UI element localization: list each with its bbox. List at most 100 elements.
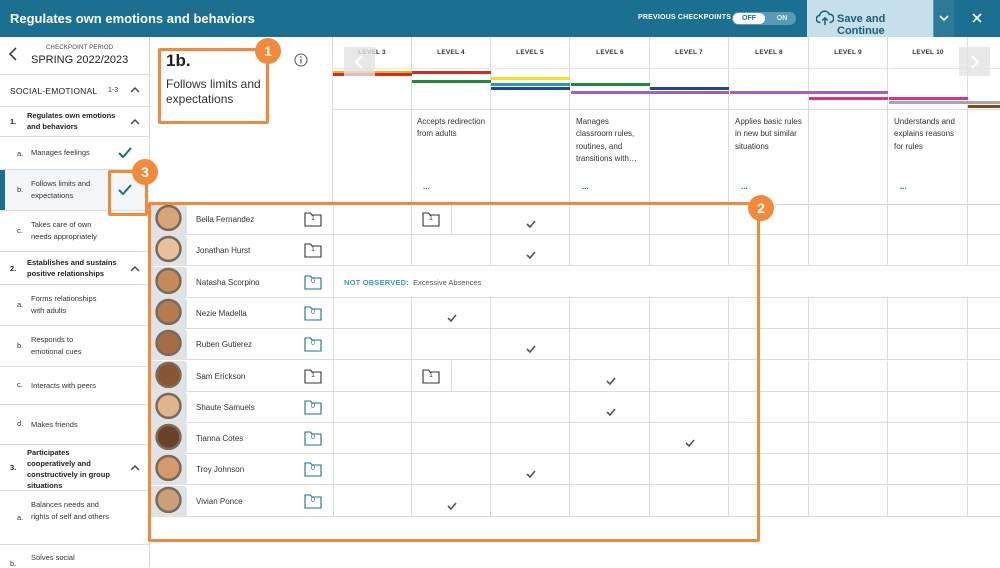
level-cell[interactable] (809, 454, 888, 485)
toggle-on-label: ON (776, 15, 788, 22)
level-progress-line (889, 97, 968, 100)
sidebar-group-2[interactable]: 2. Establishes and sustains positive rel… (0, 252, 150, 285)
level-cell[interactable] (968, 361, 1000, 391)
level-cell[interactable] (809, 485, 888, 516)
more-button[interactable]: ... (423, 181, 430, 193)
more-button[interactable]: ... (900, 181, 907, 193)
sidebar-group-3[interactable]: 3. Participates cooperatively and constr… (0, 445, 150, 491)
previous-checkpoints-label: PREVIOUS CHECKPOINTS (638, 14, 732, 21)
section-header[interactable]: SOCIAL-EMOTIONAL 1-3 (0, 75, 150, 107)
cloud-upload-icon (815, 10, 835, 29)
level-description (491, 109, 570, 204)
level-cell[interactable] (889, 235, 968, 266)
level-progress-line (571, 83, 650, 86)
level-cell[interactable] (889, 329, 968, 360)
sidebar-item-takes-care[interactable]: c. Takes care of own needs appropriately (0, 211, 150, 252)
level-progress-line (650, 87, 729, 90)
level-cell[interactable] (809, 423, 888, 454)
close-icon (972, 13, 982, 23)
level-cell[interactable] (809, 297, 888, 328)
annotation-box-2 (148, 202, 760, 542)
sidebar-item-letter: a. (17, 513, 24, 522)
chevron-left-icon[interactable] (7, 46, 19, 62)
sidebar-item-label: Balances needs and rights of self and ot… (31, 500, 109, 521)
scroll-right-button[interactable] (959, 47, 990, 76)
level-cell[interactable] (889, 297, 968, 328)
chevron-up-icon (130, 465, 140, 471)
level-progress-line (809, 91, 888, 94)
sidebar-item-number: 3. (10, 463, 17, 472)
level-cell[interactable] (809, 235, 888, 266)
more-button[interactable]: ... (741, 181, 748, 193)
save-options-button[interactable] (933, 0, 954, 37)
level-cell[interactable] (889, 360, 968, 391)
sidebar-item-solves-social[interactable]: b. Solves social (0, 545, 150, 568)
save-and-continue-button[interactable]: Save and Continue (807, 0, 933, 37)
sidebar-item-letter: a. (17, 300, 24, 309)
level-cell[interactable] (809, 329, 888, 360)
sidebar-item-label: Follows limits and expectations (31, 179, 91, 200)
sidebar-item-makes-friends[interactable]: d. Makes friends (0, 405, 150, 445)
sidebar-item-letter: c. (17, 226, 23, 235)
level-cell[interactable] (968, 204, 1000, 234)
chevron-up-icon (130, 119, 140, 125)
level-header: LEVEL 8 (730, 37, 809, 68)
sidebar-item-number: 2. (10, 264, 17, 273)
level-cell[interactable] (968, 298, 1000, 328)
sidebar-item-label: Forms relationships with adults (31, 294, 97, 315)
level-description (809, 109, 888, 204)
level-progress-line (491, 83, 570, 86)
level-cell[interactable] (889, 454, 968, 485)
level-progress-line (968, 105, 1000, 108)
level-cell[interactable] (968, 329, 1000, 359)
sidebar-item-label: Makes friends (31, 420, 78, 429)
sidebar-item-manages-feelings[interactable]: a. Manages feelings (0, 137, 150, 170)
level-cell[interactable] (968, 235, 1000, 265)
level-header: LEVEL 5 (491, 37, 570, 68)
sidebar-item-label: Takes care of own needs appropriately (31, 220, 97, 241)
level-description: Applies basic rules in new but similar s… (730, 109, 809, 204)
level-cell[interactable] (889, 485, 968, 516)
level-progress-line (571, 91, 650, 94)
level-progress-line (412, 71, 491, 74)
level-cell[interactable] (809, 360, 888, 391)
previous-checkpoints-toggle[interactable]: OFF ON (732, 12, 796, 25)
level-cell[interactable] (809, 204, 888, 234)
sidebar-group-1[interactable]: 1. Regulates own emotions and behaviors (0, 107, 150, 137)
section-title: SOCIAL-EMOTIONAL (10, 86, 98, 96)
level-cell[interactable] (809, 391, 888, 422)
sidebar-item-interacts-peers[interactable]: c. Interacts with peers (0, 367, 150, 405)
sidebar-item-balances-needs[interactable]: a. Balances needs and rights of self and… (0, 491, 150, 545)
level-header: LEVEL 10 (889, 37, 968, 68)
level-progress-line (730, 91, 809, 94)
level-progress-line (889, 101, 968, 104)
more-button[interactable]: ... (582, 181, 589, 193)
chevron-up-icon (130, 266, 140, 272)
info-icon[interactable] (294, 53, 308, 67)
level-cell[interactable] (889, 204, 968, 234)
sidebar-item-responds-emotional[interactable]: b. Responds to emotional cues (0, 326, 150, 367)
level-cell[interactable] (968, 392, 1000, 422)
level-cell[interactable] (889, 423, 968, 454)
level-cell[interactable] (968, 454, 1000, 484)
level-description-text: Understands and explains reasons for rul… (894, 117, 955, 151)
level-description: Manages classroom rules, routines, and t… (571, 109, 650, 204)
active-indicator (0, 170, 5, 210)
level-cell[interactable] (968, 423, 1000, 453)
sidebar-item-letter: d. (17, 419, 24, 428)
scroll-left-button[interactable] (344, 47, 375, 76)
level-header: LEVEL 6 (571, 37, 650, 68)
annotation-badge-3: 3 (132, 159, 158, 185)
level-cell[interactable] (889, 391, 968, 422)
level-progress-line (491, 87, 570, 90)
level-cell[interactable] (968, 486, 1000, 516)
close-button[interactable] (954, 0, 1000, 37)
sidebar-item-label: Participates cooperatively and construct… (27, 448, 110, 490)
sidebar-item-letter: b. (17, 185, 24, 194)
level-description: Accepts redirection from adults... (412, 109, 491, 204)
top-bar: Regulates own emotions and behaviors PRE… (0, 0, 1000, 37)
level-header: LEVEL 7 (650, 37, 729, 68)
sidebar-item-forms-relationships[interactable]: a. Forms relationships with adults (0, 285, 150, 326)
level-description (650, 109, 729, 204)
level-description-text: Accepts redirection from adults (417, 117, 486, 139)
